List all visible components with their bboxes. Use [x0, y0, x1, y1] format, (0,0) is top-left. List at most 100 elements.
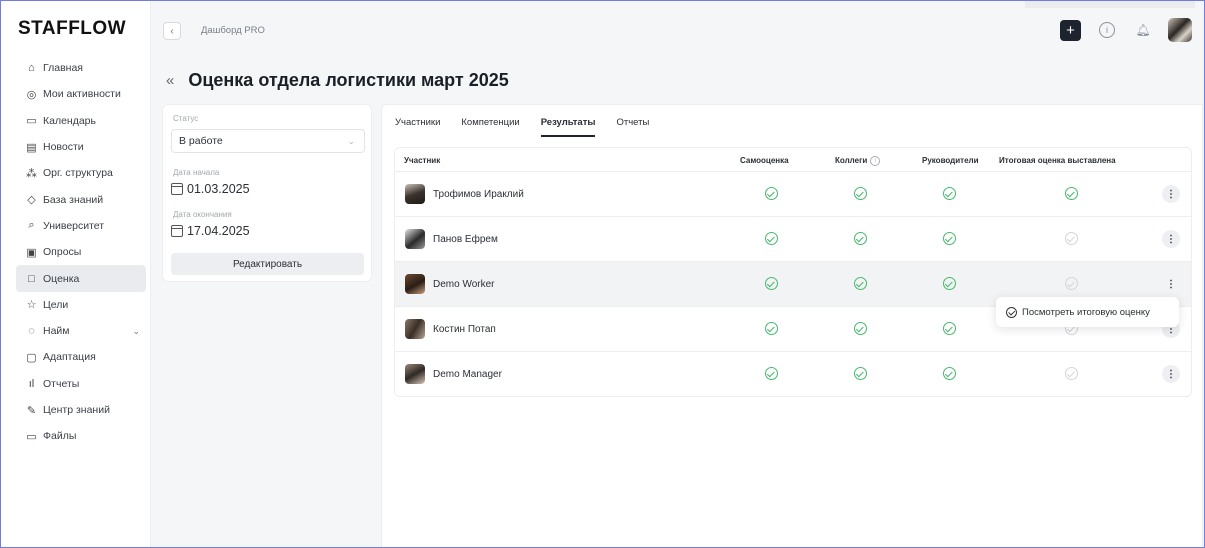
- chevron-left-icon: ‹: [170, 25, 174, 37]
- sidebar-item-knowledge-center[interactable]: ✎ Центр знаний: [16, 397, 146, 423]
- sidebar-item-university[interactable]: ⌕ Университет: [16, 213, 146, 239]
- sidebar-item-org-structure[interactable]: ⁂ Орг. структура: [16, 160, 146, 186]
- bell-icon[interactable]: 🔔︎: [1135, 22, 1151, 38]
- activity-icon: ◎: [26, 88, 37, 101]
- col-managers: Руководители: [922, 156, 979, 165]
- check-circle-icon: [1006, 306, 1017, 318]
- sidebar-item-label: Опросы: [43, 246, 82, 259]
- check-icon: [765, 367, 778, 380]
- check-icon: [1065, 232, 1078, 245]
- check-icon: [943, 367, 956, 380]
- info-icon[interactable]: i: [1099, 22, 1115, 38]
- start-date-value: 01.03.2025: [187, 182, 250, 196]
- table-row[interactable]: Трофимов Ираклий ⋮: [395, 172, 1191, 217]
- sidebar-item-label: Цели: [43, 298, 69, 311]
- sidebar-item-activities[interactable]: ◎ Мои активности: [16, 81, 146, 107]
- check-icon: [765, 232, 778, 245]
- check-icon: [765, 277, 778, 290]
- sidebar-item-calendar[interactable]: ▭ Календарь: [16, 108, 146, 134]
- sidebar-item-label: Адаптация: [43, 351, 96, 364]
- participant-name[interactable]: Demo Manager: [433, 369, 502, 380]
- adaptation-icon: ▢: [26, 351, 37, 364]
- check-icon: [854, 367, 867, 380]
- participant-name[interactable]: Костин Потап: [433, 324, 496, 335]
- col-final: Итоговая оценка выставлена: [999, 156, 1116, 165]
- tab-participants[interactable]: Участники: [395, 117, 440, 137]
- avatar: [405, 229, 425, 249]
- more-menu-button[interactable]: ⋮: [1162, 185, 1180, 203]
- participant-name[interactable]: Трофимов Ираклий: [433, 189, 524, 200]
- status-select[interactable]: В работе ⌄: [171, 129, 365, 153]
- avatar: [405, 184, 425, 204]
- end-date-value: 17.04.2025: [187, 224, 250, 238]
- participant-name[interactable]: Панов Ефрем: [433, 234, 498, 245]
- sidebar-item-home[interactable]: ⌂ Главная: [16, 55, 146, 81]
- avatar: [405, 319, 425, 339]
- more-menu-button[interactable]: ⋮: [1162, 230, 1180, 248]
- back-button[interactable]: ‹: [163, 22, 181, 40]
- start-date-field[interactable]: 01.03.2025: [171, 182, 250, 196]
- sidebar-item-label: Файлы: [43, 430, 77, 443]
- results-table: Участник Самооценка Коллеги i Руководител…: [394, 147, 1192, 397]
- tab-results[interactable]: Результаты: [540, 117, 595, 137]
- table-row[interactable]: Demo Manager ⋮: [395, 352, 1191, 396]
- survey-icon: ▣: [26, 246, 37, 259]
- tab-competencies[interactable]: Компетенции: [461, 117, 519, 137]
- page-title: Оценка отдела логистики март 2025: [188, 70, 509, 90]
- end-date-label: Дата окончания: [173, 210, 232, 219]
- view-final-score-label: Посмотреть итоговую оценку: [1022, 306, 1150, 318]
- sidebar-item-surveys[interactable]: ▣ Опросы: [16, 239, 146, 265]
- collapse-icon[interactable]: «: [166, 72, 174, 89]
- chevron-down-icon[interactable]: ⌄: [132, 326, 140, 337]
- sidebar-item-goals[interactable]: ☆ Цели: [16, 292, 146, 318]
- sidebar-item-label: Новости: [43, 141, 84, 154]
- sidebar-item-news[interactable]: ▤ Новости: [16, 134, 146, 160]
- sidebar-item-label: База знаний: [43, 193, 104, 206]
- avatar[interactable]: [1168, 18, 1192, 42]
- check-icon: [1065, 367, 1078, 380]
- sidebar-item-adaptation[interactable]: ▢ Адаптация: [16, 344, 146, 370]
- knowledge-base-icon: ◇: [27, 194, 36, 207]
- col-self: Самооценка: [740, 156, 789, 165]
- sidebar-item-label: Мои активности: [43, 88, 121, 101]
- app-logo[interactable]: STAFFLOW: [18, 18, 126, 40]
- participant-name[interactable]: Demo Worker: [433, 279, 495, 290]
- end-date-field[interactable]: 17.04.2025: [171, 224, 250, 238]
- sidebar-nav: ⌂ Главная ◎ Мои активности ▭ Календарь ▤ Нов…: [16, 55, 146, 449]
- calendar-icon: [171, 183, 183, 195]
- check-icon: [854, 322, 867, 335]
- avatar: [405, 274, 425, 294]
- sidebar-item-assessment[interactable]: □ Оценка: [16, 265, 146, 292]
- org-structure-icon: ⁂: [26, 167, 37, 180]
- sidebar-item-reports[interactable]: ıl Отчеты: [16, 371, 146, 397]
- edit-button[interactable]: Редактировать: [171, 253, 364, 275]
- check-icon: [1065, 187, 1078, 200]
- sidebar-item-knowledge-base[interactable]: ◇ База знаний: [16, 186, 146, 212]
- breadcrumb[interactable]: Дашборд PRO: [201, 25, 265, 36]
- check-icon: [943, 232, 956, 245]
- sidebar-item-label: Найм: [43, 325, 70, 338]
- edit-icon: ✎: [26, 404, 37, 417]
- sidebar-item-files[interactable]: ▭ Файлы: [16, 423, 146, 449]
- check-icon: [943, 322, 956, 335]
- table-row[interactable]: Панов Ефрем ⋮: [395, 217, 1191, 262]
- details-card: Статус В работе ⌄ Дата начала 01.03.2025…: [162, 104, 372, 282]
- tab-reports[interactable]: Отчеты: [616, 117, 649, 137]
- table-header: Участник Самооценка Коллеги i Руководител…: [395, 148, 1191, 172]
- sidebar-item-hiring[interactable]: ◌ Найм ⌄: [16, 318, 146, 344]
- sidebar-item-label: Университет: [43, 219, 105, 232]
- assessment-icon: □: [28, 272, 35, 285]
- news-icon: ▤: [26, 141, 37, 154]
- reports-icon: ıl: [28, 377, 35, 390]
- info-icon[interactable]: i: [870, 156, 881, 166]
- star-icon: ☆: [26, 299, 37, 312]
- add-button[interactable]: +: [1060, 20, 1081, 41]
- more-menu-button[interactable]: ⋮: [1162, 365, 1180, 383]
- check-icon: [943, 277, 956, 290]
- calendar-icon: ▭: [26, 115, 37, 128]
- status-value: В работе: [179, 135, 223, 147]
- title-row: « Оценка отдела логистики март 2025: [166, 70, 509, 91]
- col-colleagues-label: Коллеги: [835, 156, 868, 166]
- view-final-score-menu-item[interactable]: Посмотреть итоговую оценку: [996, 297, 1179, 327]
- more-menu-button[interactable]: ⋮: [1162, 275, 1180, 293]
